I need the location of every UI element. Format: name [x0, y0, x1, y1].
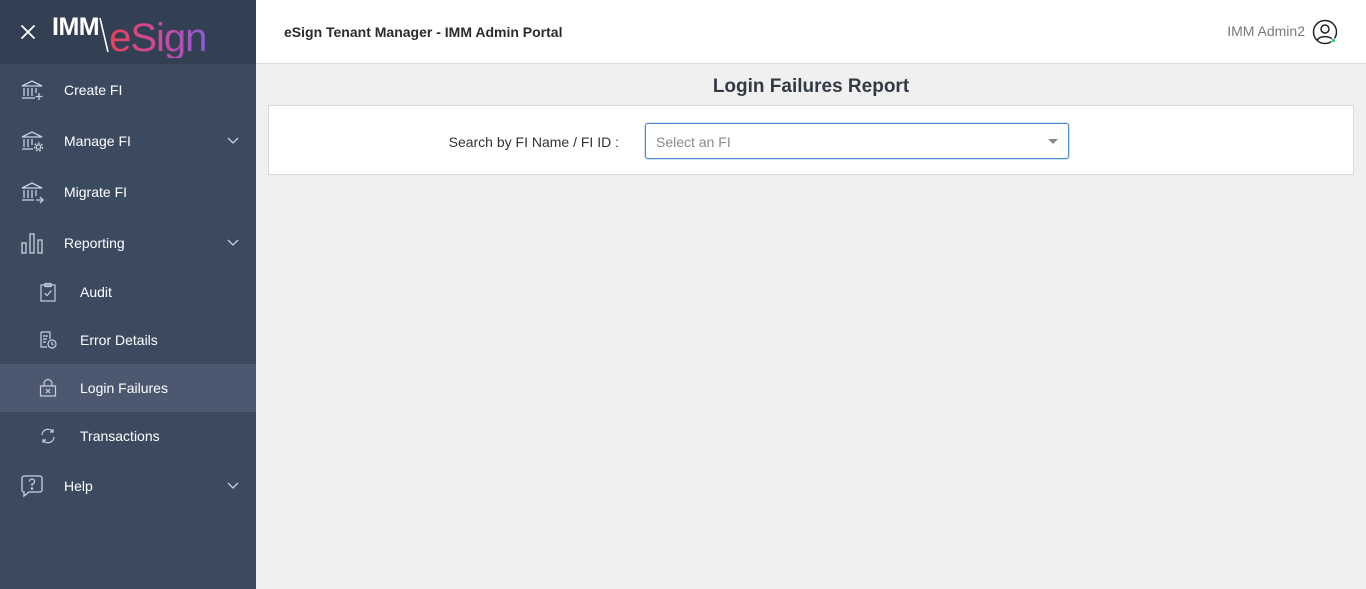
sidebar-item-migrate-fi[interactable]: Migrate FI — [0, 166, 256, 217]
sidebar: IMM eSign Create FI Manage FI Migrate FI… — [0, 0, 256, 589]
chevron-down-icon — [227, 482, 239, 489]
main-content: Login Failures Report Search by FI Name … — [256, 65, 1366, 589]
sidebar-item-label: Create FI — [64, 81, 123, 98]
search-label: Search by FI Name / FI ID : — [448, 134, 619, 150]
sidebar-subitem-login-failures[interactable]: Login Failures — [0, 364, 256, 412]
sidebar-item-label: Transactions — [80, 428, 160, 444]
sidebar-item-label: Reporting — [64, 234, 125, 251]
chevron-down-icon — [227, 239, 239, 246]
sidebar-item-label: Login Failures — [80, 380, 168, 396]
page-title: Login Failures Report — [712, 76, 910, 97]
sidebar-subitem-audit[interactable]: Audit — [0, 268, 256, 316]
logo-slash — [99, 14, 109, 54]
sidebar-item-label: Migrate FI — [64, 183, 128, 200]
user-name[interactable]: IMM Admin2 — [1227, 23, 1305, 39]
sidebar-item-help[interactable]: Help — [0, 460, 256, 511]
sidebar-item-create-fi[interactable]: Create FI — [0, 64, 256, 115]
sync-icon — [38, 426, 58, 446]
clipboard-check-icon — [38, 282, 58, 302]
bar-chart-icon — [20, 231, 44, 255]
logo-esign-text: eSign — [109, 16, 207, 60]
user-avatar-icon — [1312, 19, 1338, 45]
close-menu-button[interactable] — [18, 22, 38, 42]
sidebar-item-label: Help — [64, 477, 93, 494]
logo-imm-text: IMM — [52, 13, 100, 41]
sidebar-item-label: Error Details — [80, 332, 158, 348]
logo: IMM eSign — [52, 10, 207, 59]
sidebar-item-label: Audit — [80, 284, 112, 300]
lock-x-icon — [38, 378, 58, 398]
user-avatar-button[interactable] — [1312, 19, 1338, 45]
brand-bar: IMM eSign — [0, 0, 256, 64]
sidebar-nav: Create FI Manage FI Migrate FI Reporting… — [0, 64, 256, 511]
close-icon — [21, 25, 35, 39]
sidebar-subitem-transactions[interactable]: Transactions — [0, 412, 256, 460]
sidebar-item-reporting[interactable]: Reporting — [0, 217, 256, 268]
search-panel: Search by FI Name / FI ID : Select an FI — [268, 105, 1354, 175]
document-clock-icon — [38, 330, 58, 350]
bank-arrow-icon — [20, 180, 44, 204]
app-title: eSign Tenant Manager - IMM Admin Portal — [284, 24, 563, 40]
fi-select-dropdown[interactable]: Select an FI — [645, 123, 1069, 159]
sidebar-item-manage-fi[interactable]: Manage FI — [0, 115, 256, 166]
bank-plus-icon — [20, 78, 44, 102]
top-header: eSign Tenant Manager - IMM Admin Portal … — [256, 0, 1366, 64]
bank-gear-icon — [20, 129, 44, 153]
help-bubble-icon — [20, 474, 44, 498]
sidebar-subitem-error-details[interactable]: Error Details — [0, 316, 256, 364]
chevron-down-icon — [227, 137, 239, 144]
caret-down-icon — [1048, 139, 1058, 144]
select-placeholder: Select an FI — [656, 134, 731, 150]
sidebar-item-label: Manage FI — [64, 132, 131, 149]
